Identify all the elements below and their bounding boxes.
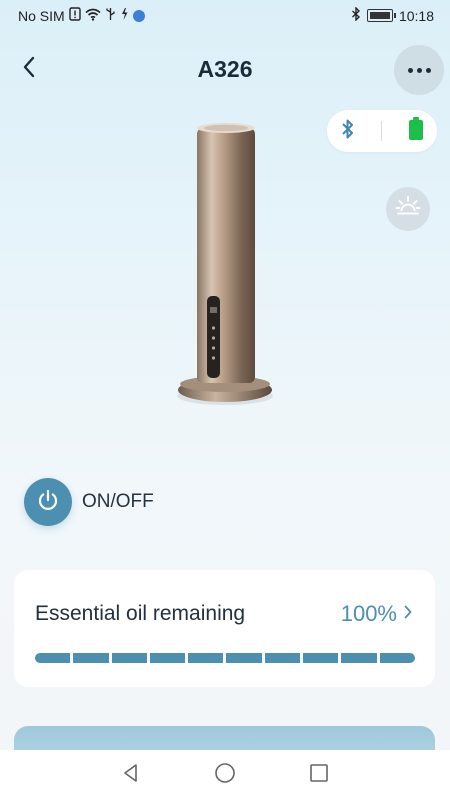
light-toggle-button[interactable] bbox=[386, 187, 430, 231]
wifi-icon bbox=[85, 8, 101, 24]
bluetooth-icon bbox=[351, 6, 361, 24]
oil-remaining-title: Essential oil remaining bbox=[35, 602, 246, 625]
status-bar: No SIM 10:18 bbox=[0, 0, 450, 30]
connection-status-pill bbox=[327, 110, 437, 152]
nav-home-circle-icon bbox=[214, 762, 236, 789]
oil-remaining-card[interactable]: Essential oil remaining 100% bbox=[14, 570, 435, 687]
battery-icon bbox=[366, 9, 396, 22]
power-row: ON/OFF bbox=[24, 477, 154, 527]
battery-full-icon bbox=[408, 116, 424, 146]
more-options-button[interactable] bbox=[394, 45, 444, 95]
oil-level-segment bbox=[188, 653, 224, 663]
bluetooth-icon bbox=[340, 118, 356, 145]
pill-divider bbox=[381, 121, 383, 141]
power-button[interactable] bbox=[24, 478, 72, 526]
oil-level-bar bbox=[35, 653, 415, 663]
globe-icon bbox=[132, 9, 145, 22]
page-title: A326 bbox=[197, 56, 253, 82]
oil-level-segment bbox=[264, 653, 301, 663]
oil-remaining-value: 100% bbox=[340, 601, 397, 626]
oil-level-segment bbox=[111, 653, 147, 663]
more-horizontal-icon bbox=[407, 67, 431, 73]
oil-level-segment bbox=[226, 653, 262, 663]
usb-icon bbox=[105, 7, 116, 24]
oil-remaining-link[interactable]: 100% bbox=[341, 601, 413, 627]
oil-level-segment bbox=[35, 653, 71, 663]
oil-level-segment bbox=[341, 653, 377, 663]
nav-home-button[interactable] bbox=[209, 759, 241, 791]
sim-alert-icon bbox=[68, 7, 81, 24]
nav-back-button[interactable] bbox=[115, 759, 147, 791]
system-nav-bar bbox=[0, 750, 450, 800]
carrier-text: No SIM bbox=[18, 7, 65, 24]
power-icon bbox=[36, 488, 60, 517]
nav-back-triangle-icon bbox=[121, 763, 141, 788]
oil-level-segment bbox=[73, 653, 109, 663]
nav-recents-square-icon bbox=[309, 763, 329, 788]
device-image bbox=[170, 118, 280, 418]
clock-time: 10:18 bbox=[398, 7, 434, 24]
power-label: ON/OFF bbox=[82, 491, 154, 512]
header: A326 bbox=[0, 44, 450, 95]
charging-icon bbox=[120, 7, 129, 24]
oil-level-segment bbox=[379, 653, 415, 663]
sun-icon bbox=[395, 194, 421, 225]
nav-recents-button[interactable] bbox=[303, 759, 335, 791]
chevron-right-icon bbox=[403, 604, 413, 625]
oil-level-segment bbox=[149, 653, 186, 663]
oil-level-segment bbox=[303, 653, 339, 663]
